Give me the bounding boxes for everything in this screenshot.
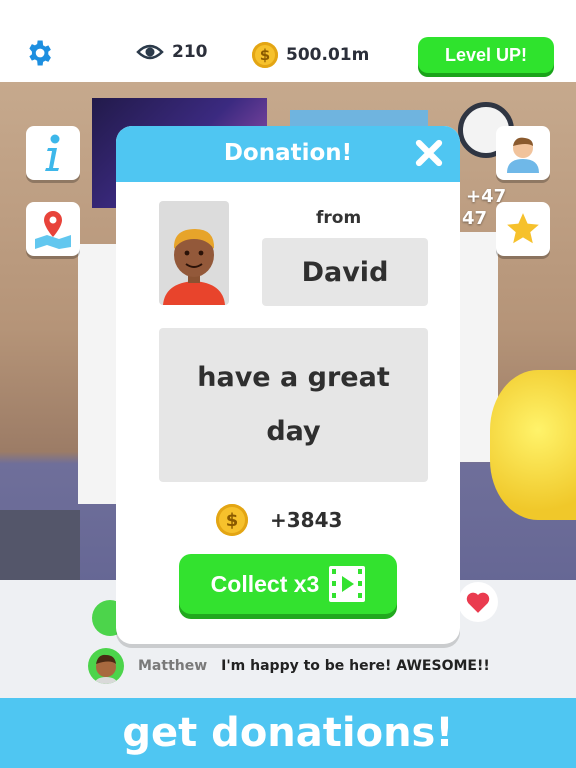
- dialog-title: Donation!: [223, 140, 353, 166]
- collect-label: Collect x3: [210, 570, 320, 597]
- close-icon[interactable]: [414, 138, 444, 168]
- coins-value: 500.01m: [286, 45, 370, 65]
- coins-counter: $ 500.01m: [252, 42, 369, 68]
- top-bar: 210 $ 500.01m Level UP!: [0, 0, 576, 82]
- donor-face-icon: [163, 229, 225, 305]
- gear-icon[interactable]: [24, 38, 54, 68]
- chat-text: I'm happy to be here! AWESOME!!: [221, 658, 490, 674]
- avatar-face-icon: [94, 654, 118, 684]
- eye-icon: [136, 44, 164, 60]
- video-icon: [329, 566, 366, 602]
- donation-message: have a great day: [159, 328, 428, 482]
- level-up-button[interactable]: Level UP!: [418, 37, 554, 73]
- chat-message: Matthew I'm happy to be here! AWESOME!!: [88, 648, 490, 684]
- profile-button[interactable]: [496, 126, 550, 180]
- donation-dialog: Donation! from David have a great day $ …: [116, 126, 460, 644]
- reward-row: $ +3843: [216, 504, 342, 536]
- collect-x3-button[interactable]: Collect x3: [179, 554, 397, 614]
- dialog-header: Donation!: [116, 126, 460, 182]
- like-button[interactable]: [458, 582, 498, 622]
- coin-icon: $: [252, 42, 278, 68]
- star-button[interactable]: [496, 202, 550, 256]
- chat-username: Matthew: [138, 658, 208, 674]
- views-counter: 210: [136, 42, 208, 62]
- avatar: [88, 648, 124, 684]
- heart-icon: [466, 592, 490, 613]
- info-icon: [45, 134, 60, 171]
- promo-banner: get donations!: [0, 698, 576, 768]
- profile-icon: [507, 137, 539, 173]
- info-button[interactable]: [26, 126, 80, 180]
- banner-text: get donations!: [122, 710, 454, 756]
- donor-name: David: [262, 238, 428, 306]
- views-value: 210: [172, 42, 208, 62]
- donor-avatar: [159, 201, 229, 305]
- from-label: from: [316, 208, 362, 228]
- map-button[interactable]: [26, 202, 80, 256]
- yellow-lamp: [490, 370, 576, 520]
- star-icon: [507, 213, 539, 244]
- reward-amount: +3843: [270, 508, 343, 532]
- floating-coin-gain-2: 47: [462, 208, 488, 229]
- map-pin-icon: [35, 211, 71, 249]
- coin-symbol: $: [225, 509, 239, 531]
- coin-symbol: $: [259, 46, 271, 64]
- coin-icon: $: [216, 504, 248, 536]
